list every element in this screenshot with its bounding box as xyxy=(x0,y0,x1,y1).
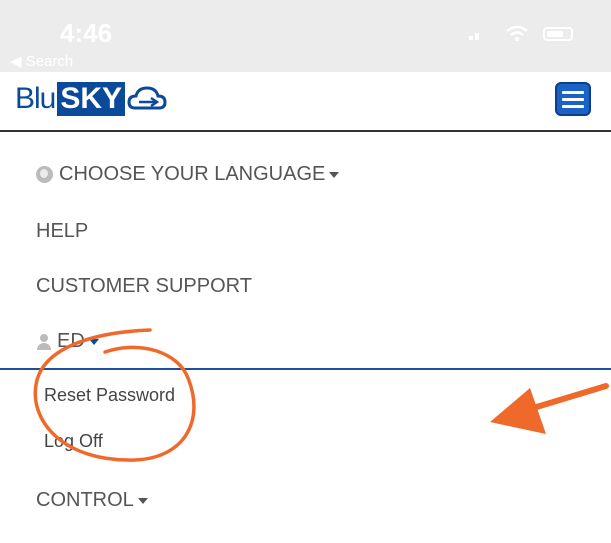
help-label: HELP xyxy=(36,220,89,242)
language-label: CHOOSE YOUR LANGUAGE xyxy=(59,163,326,185)
reset-password-link[interactable]: Reset Password xyxy=(44,385,175,406)
log-off-link[interactable]: Log Off xyxy=(44,431,103,452)
customer-support-label: CUSTOMER SUPPORT xyxy=(36,275,252,297)
help-link[interactable]: HELP xyxy=(36,220,88,243)
status-bar: 4:46 ◀ Search xyxy=(0,0,611,72)
annotation-arrow-shaft xyxy=(517,383,609,415)
navbar: Blu SKY xyxy=(0,72,611,132)
user-dropdown[interactable]: ED xyxy=(36,330,99,353)
brand-logo[interactable]: Blu SKY xyxy=(15,82,167,116)
caret-down-icon xyxy=(137,497,148,504)
cloud-icon xyxy=(127,86,167,110)
user-icon xyxy=(36,333,52,350)
wifi-icon xyxy=(506,26,528,41)
brand-blu: Blu xyxy=(15,82,56,115)
dropdown-divider xyxy=(0,368,611,370)
caret-down-icon xyxy=(88,338,99,345)
signal-icon xyxy=(469,28,491,40)
control-dropdown[interactable]: CONTROL xyxy=(36,489,148,512)
user-label: ED xyxy=(57,330,85,352)
control-label: CONTROL xyxy=(36,489,134,511)
brand-sky: SKY xyxy=(57,82,126,116)
globe-icon xyxy=(36,166,53,183)
status-icons xyxy=(469,26,573,42)
back-to-search-link[interactable]: ◀ Search xyxy=(10,52,73,70)
status-time: 4:46 xyxy=(60,18,113,48)
annotation-arrow-head xyxy=(490,388,546,434)
language-dropdown[interactable]: CHOOSE YOUR LANGUAGE xyxy=(36,163,340,186)
customer-support-link[interactable]: CUSTOMER SUPPORT xyxy=(36,275,252,298)
hamburger-menu-button[interactable] xyxy=(555,82,591,116)
battery-icon xyxy=(543,27,573,41)
caret-down-icon xyxy=(329,171,340,178)
